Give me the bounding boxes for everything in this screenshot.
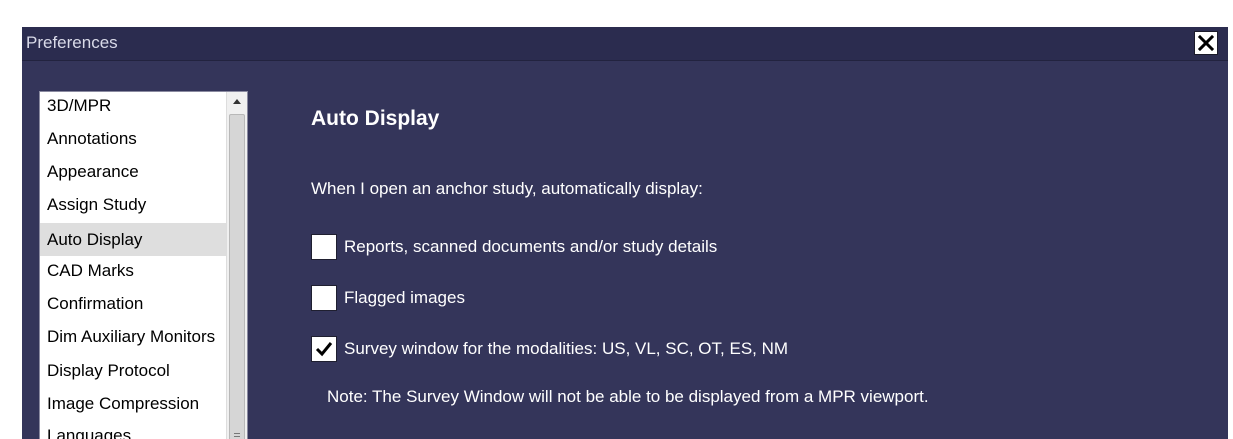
reports-checkbox[interactable] xyxy=(311,234,337,260)
window-title: Preferences xyxy=(26,33,118,52)
thumb-grip-line xyxy=(234,436,240,437)
thumb-grip-line xyxy=(234,433,240,434)
preferences-dialog: Preferences 3D/MPR Annotations Appearanc… xyxy=(22,27,1228,439)
option-flagged-images[interactable]: Flagged images xyxy=(311,285,551,313)
close-button[interactable] xyxy=(1194,31,1218,55)
option-label: Survey window for the modalities: US, VL… xyxy=(344,339,789,358)
list-item-dim-auxiliary-monitors[interactable]: Dim Auxiliary Monitors xyxy=(40,320,227,353)
scroll-up-button[interactable] xyxy=(227,92,247,112)
option-survey-window[interactable]: Survey window for the modalities: US, VL… xyxy=(311,336,951,364)
title-bar[interactable]: Preferences xyxy=(22,27,1228,61)
list-item-annotations[interactable]: Annotations xyxy=(40,122,227,155)
list-item-appearance[interactable]: Appearance xyxy=(40,155,227,188)
scroll-up-arrow-icon xyxy=(233,99,241,104)
survey-window-note: Note: The Survey Window will not be able… xyxy=(327,387,929,406)
close-icon xyxy=(1197,34,1215,52)
option-reports[interactable]: Reports, scanned documents and/or study … xyxy=(311,234,871,262)
intro-text: When I open an anchor study, automatical… xyxy=(311,179,703,198)
checkmark-icon xyxy=(315,342,333,357)
list-item-assign-study[interactable]: Assign Study xyxy=(40,188,227,221)
list-item-cad-marks[interactable]: CAD Marks xyxy=(40,254,227,287)
list-scrollbar[interactable] xyxy=(226,92,247,439)
list-item-auto-display[interactable]: Auto Display xyxy=(40,223,227,256)
scroll-thumb[interactable] xyxy=(229,114,245,439)
list-item-confirmation[interactable]: Confirmation xyxy=(40,287,227,320)
flagged-images-checkbox[interactable] xyxy=(311,285,337,311)
list-item-image-compression[interactable]: Image Compression xyxy=(40,387,227,420)
option-label: Flagged images xyxy=(344,288,465,307)
list-item-3d-mpr[interactable]: 3D/MPR xyxy=(40,92,227,122)
option-label: Reports, scanned documents and/or study … xyxy=(344,237,718,256)
section-heading: Auto Display xyxy=(311,107,440,130)
list-item-languages[interactable]: Languages xyxy=(40,419,227,439)
survey-window-checkbox[interactable] xyxy=(311,336,337,362)
list-item-display-protocol[interactable]: Display Protocol xyxy=(40,354,227,387)
preferences-category-list[interactable]: 3D/MPR Annotations Appearance Assign Stu… xyxy=(39,91,248,439)
